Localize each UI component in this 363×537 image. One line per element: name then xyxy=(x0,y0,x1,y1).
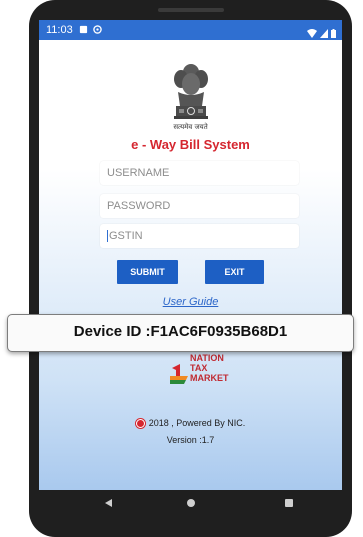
app-title: e - Way Bill System xyxy=(131,137,250,152)
gstin-field[interactable]: GSTIN xyxy=(100,224,299,248)
gstin-placeholder: GSTIN xyxy=(109,230,143,242)
emblem-motto: सत्यमेव जयते xyxy=(173,123,208,131)
status-right-icons xyxy=(306,25,336,45)
home-icon[interactable] xyxy=(187,499,195,507)
version-text: Version :1.7 xyxy=(166,435,215,445)
wifi-icon xyxy=(306,29,317,38)
submit-button[interactable]: SUBMIT xyxy=(117,260,178,284)
nation-tax-market-mark-icon xyxy=(170,364,188,384)
navigation-bar xyxy=(39,490,342,517)
status-bar: 11:03 xyxy=(39,20,342,40)
copyright-text: 2018 , Powered By NIC. xyxy=(39,418,342,429)
phone-frame: 11:03 सत्यमेव जयते e - Way Bill System U… xyxy=(29,0,352,537)
text-cursor xyxy=(107,230,108,243)
logo-line-nation: NATION xyxy=(190,353,224,363)
copyright-icon xyxy=(135,419,145,429)
device-id-banner: Device ID :F1AC6F0935B68D1 xyxy=(7,314,354,352)
signal-icon xyxy=(319,29,328,38)
status-time: 11:03 xyxy=(46,24,73,36)
clock-circle-icon xyxy=(93,25,102,34)
ashoka-emblem-icon xyxy=(174,64,208,119)
back-icon[interactable] xyxy=(105,499,112,507)
username-field[interactable]: USERNAME xyxy=(100,161,299,185)
logo-line-market: MARKET xyxy=(190,373,229,383)
logo-line-tax: TAX xyxy=(190,363,208,373)
nation-tax-market-text: NATION TAX MARKET xyxy=(190,353,229,383)
exit-button[interactable]: EXIT xyxy=(205,260,264,284)
copyright-label: 2018 , Powered By NIC. xyxy=(148,418,246,428)
phone-speaker xyxy=(158,8,224,12)
notification-square-icon xyxy=(79,25,88,34)
user-guide-link[interactable]: User Guide xyxy=(39,296,342,308)
nation-tax-market-logo: NATION TAX MARKET xyxy=(170,353,270,387)
password-placeholder: PASSWORD xyxy=(107,200,171,212)
recent-apps-icon[interactable] xyxy=(285,499,293,507)
battery-icon xyxy=(331,29,336,38)
username-placeholder: USERNAME xyxy=(107,167,170,179)
app-screen: 11:03 सत्यमेव जयते e - Way Bill System U… xyxy=(39,20,342,490)
password-field[interactable]: PASSWORD xyxy=(100,194,299,218)
